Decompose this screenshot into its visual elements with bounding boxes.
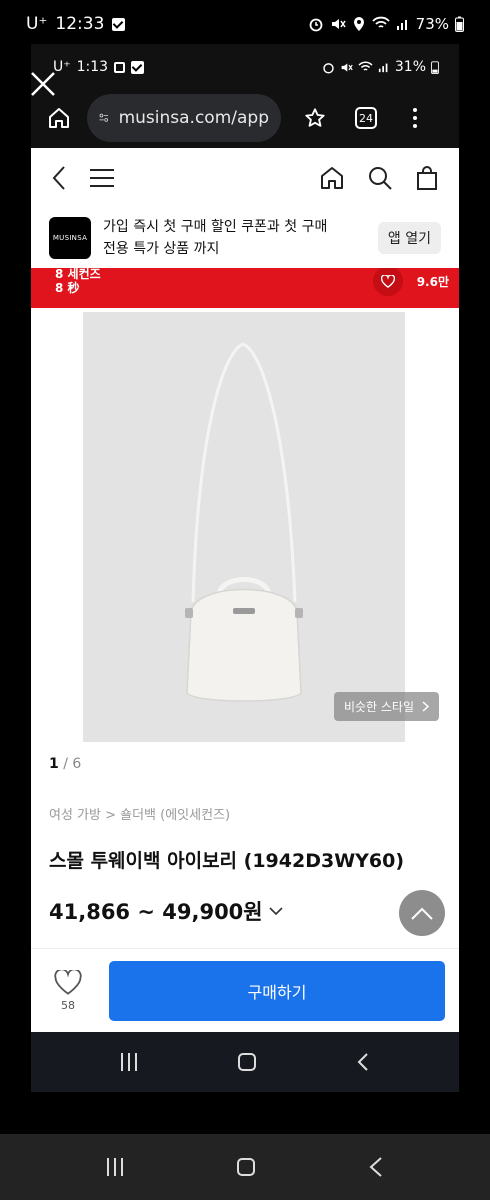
brand-name[interactable]: 8 세컨즈 8 秒 — [55, 268, 101, 295]
product-title: 스몰 투웨이백 아이보리 (1942D3WY60) — [49, 850, 405, 872]
inner-back-icon[interactable] — [357, 1052, 369, 1072]
purchase-bar: 58 구매하기 — [31, 948, 459, 1032]
chevron-up-icon — [411, 907, 433, 920]
mute-icon — [331, 19, 346, 29]
inner-battery-icon — [431, 61, 439, 74]
inner-navigation-bar — [31, 1032, 459, 1092]
inner-home-button[interactable] — [237, 1053, 256, 1071]
menu-icon[interactable] — [89, 168, 115, 188]
site-home-icon[interactable] — [319, 165, 345, 191]
heart-outline-icon — [54, 969, 82, 995]
inner-mute-icon — [341, 62, 353, 72]
inner-check-icon — [131, 60, 145, 74]
product-like-button[interactable]: 58 — [51, 969, 85, 1012]
inner-alarm-icon — [323, 62, 334, 74]
clock: 12:33 — [55, 14, 105, 34]
brand-strip: 8 세컨즈 8 秒 9.6만 — [31, 268, 459, 308]
web-page: MUSINSA 가입 즉시 첫 구매 할인 쿠폰과 첫 구매 전용 특가 상품 … — [31, 148, 459, 1032]
inner-signal-icon — [378, 63, 388, 73]
notification-check-icon — [112, 17, 126, 31]
back-icon[interactable] — [51, 165, 67, 191]
banner-message: 가입 즉시 첫 구매 할인 쿠폰과 첫 구매 전용 특가 상품 까지 — [103, 216, 366, 260]
back-nav-icon[interactable] — [369, 1156, 383, 1178]
url-text: musinsa.com/app — [118, 108, 269, 128]
inner-status-bar: U⁺ 1:13 31% — [31, 44, 459, 90]
price-row[interactable]: 41,866 ~ 49,900원 — [49, 896, 283, 926]
inner-recents-button[interactable] — [121, 1053, 138, 1071]
buy-button[interactable]: 구매하기 — [109, 960, 445, 1021]
chevron-right-icon — [422, 701, 429, 712]
cart-icon[interactable] — [415, 165, 439, 191]
similar-style-button[interactable]: 비슷한 스타일 — [333, 692, 439, 721]
outer-status-bar: U⁺ 12:33 73% — [0, 0, 490, 48]
site-header — [31, 148, 459, 208]
inner-wifi-icon — [358, 61, 373, 71]
tab-switcher-button[interactable]: 24 — [355, 107, 377, 129]
home-icon — [49, 108, 69, 128]
banner-message-line2: 전용 특가 상품 까지 — [103, 241, 220, 257]
gallery-icon — [114, 61, 126, 73]
home-button[interactable] — [237, 1158, 255, 1176]
brand-name-line2: 8 秒 — [55, 281, 80, 295]
site-settings-icon — [99, 113, 109, 122]
browser-menu-button[interactable] — [413, 108, 417, 128]
battery-percent: 73% — [415, 15, 449, 33]
pager-current: 1 — [49, 756, 59, 772]
product-like-count: 58 — [61, 998, 75, 1012]
pager-total: 6 — [72, 756, 82, 772]
browser-home-button[interactable] — [41, 100, 77, 136]
inner-screen: U⁺ 1:13 31% musinsa.com/app 24 MUSINSA 가… — [31, 44, 459, 1092]
browser-toolbar: musinsa.com/app 24 — [31, 90, 459, 146]
battery-icon — [455, 16, 464, 32]
product-price: 41,866 ~ 49,900원 — [49, 900, 263, 924]
carrier-label: U⁺ — [26, 14, 48, 34]
open-app-button[interactable]: 앱 열기 — [377, 222, 441, 254]
banner-message-line1: 가입 즉시 첫 구매 할인 쿠폰과 첫 구매 — [103, 219, 328, 235]
similar-style-label: 비슷한 스타일 — [343, 700, 414, 714]
navigation-bar — [0, 1134, 490, 1200]
musinsa-logo: MUSINSA — [49, 217, 91, 259]
product-image[interactable] — [83, 312, 405, 742]
alarm-icon — [309, 18, 323, 32]
close-icon[interactable] — [29, 70, 57, 98]
chevron-down-icon — [269, 906, 283, 915]
brand-like-count: 9.6만 — [416, 274, 449, 289]
signal-icon — [396, 20, 407, 30]
inner-battery-percent: 31% — [394, 59, 426, 75]
heart-icon — [380, 274, 395, 288]
search-icon[interactable] — [367, 165, 393, 191]
scroll-to-top-button[interactable] — [399, 890, 445, 936]
address-bar[interactable]: musinsa.com/app — [87, 94, 281, 142]
app-install-banner: MUSINSA 가입 즉시 첫 구매 할인 쿠폰과 첫 구매 전용 특가 상품 … — [31, 208, 459, 268]
recents-button[interactable] — [107, 1158, 123, 1176]
inner-clock: 1:13 — [76, 59, 109, 75]
category-breadcrumb[interactable]: 여성 가방 > 숄더백 (에잇세컨즈) — [49, 804, 230, 823]
image-pager: 1 / 6 — [49, 756, 82, 772]
star-icon — [305, 108, 325, 127]
brand-name-line1: 8 세컨즈 — [55, 268, 101, 281]
bookmark-button[interactable] — [297, 100, 333, 136]
bag-illustration — [185, 342, 303, 702]
wifi-icon — [372, 16, 390, 28]
brand-like-button[interactable] — [372, 268, 403, 296]
location-icon — [353, 17, 364, 31]
